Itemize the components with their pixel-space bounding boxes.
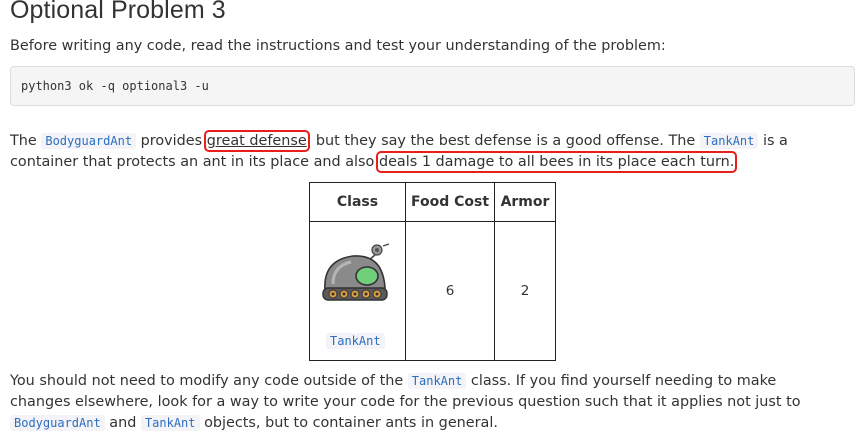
text-span: class. If you find yourself needing to m…: [466, 373, 777, 389]
text-span: objects, but to container ants in genera…: [199, 415, 498, 431]
table-row: TankAnt 6 2: [309, 221, 556, 361]
header-class: Class: [309, 182, 406, 222]
inline-code-tankant: TankAnt: [699, 133, 759, 149]
tankant-description: The BodyguardAnt provides great defense,…: [10, 130, 788, 173]
text-span: provides: [136, 133, 207, 149]
class-name-tankant: TankAnt: [326, 333, 385, 349]
text-span: and: [104, 415, 141, 431]
food-cost-cell: 6: [405, 221, 495, 361]
command-text: python3 ok -q optional3 -u: [21, 79, 209, 93]
intro-text: Before writing any code, read the instru…: [10, 38, 666, 54]
armor-cell: 2: [494, 221, 556, 361]
text-span: The: [10, 133, 42, 149]
highlight-great-defense: great defense: [203, 130, 310, 152]
tank-ant-icon: [322, 243, 390, 301]
inline-code-bodyguardant: BodyguardAnt: [10, 415, 105, 431]
text-span: , but they say the best defense is a goo…: [306, 133, 700, 149]
highlight-deals-damage: deals 1 damage to all bees in its place …: [375, 151, 738, 173]
table-header-row: Class Food Cost Armor: [309, 182, 556, 222]
command-code-block: python3 ok -q optional3 -u: [10, 66, 855, 106]
inline-code-bodyguardant: BodyguardAnt: [41, 133, 137, 149]
page-title: Optional Problem 3: [10, 0, 226, 24]
class-cell: TankAnt: [309, 221, 406, 361]
text-span: You should not need to modify any code o…: [10, 373, 408, 389]
text-span: changes elsewhere, look for a way to wri…: [10, 394, 801, 410]
text-span: container that protects an ant in its pl…: [10, 154, 379, 170]
tankant-info-table: Class Food Cost Armor TankAnt 6 2: [309, 182, 556, 361]
header-armor: Armor: [494, 182, 556, 222]
header-food-cost: Food Cost: [405, 182, 495, 222]
modification-note: You should not need to modify any code o…: [10, 371, 801, 434]
inline-code-tankant: TankAnt: [407, 373, 467, 389]
text-span: is a: [758, 133, 788, 149]
inline-code-tankant: TankAnt: [140, 415, 200, 431]
